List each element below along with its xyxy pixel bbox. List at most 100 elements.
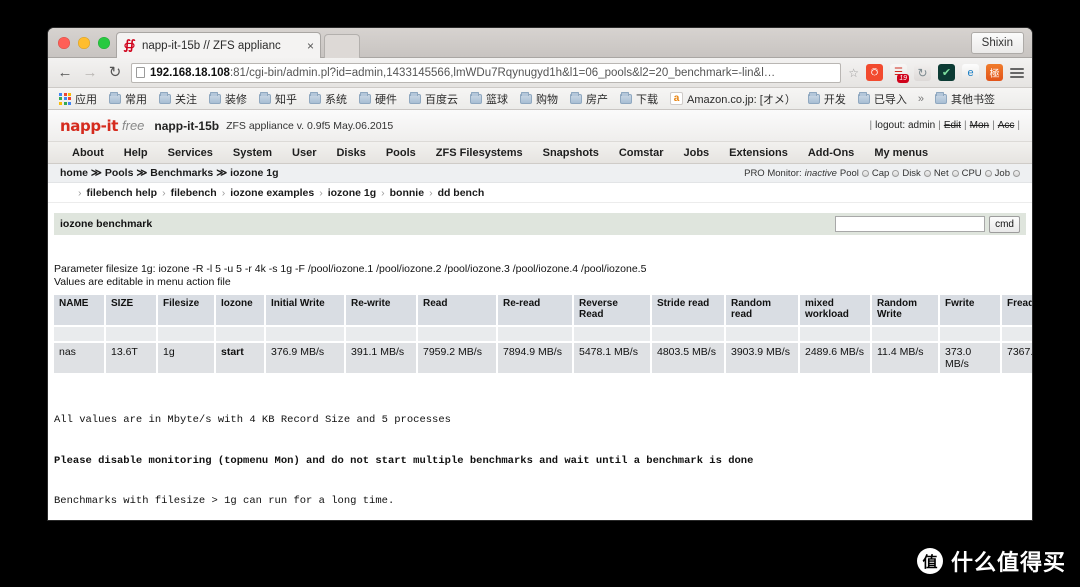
bookmark-folder-yidaoru[interactable]: 已导入: [853, 90, 912, 108]
bookmark-apps[interactable]: 应用: [54, 90, 102, 108]
bookmark-star-icon[interactable]: ☆: [848, 66, 859, 80]
menu-item-services[interactable]: Services: [158, 147, 223, 159]
close-window-button[interactable]: [58, 37, 70, 49]
bookmark-other-folder[interactable]: 其他书签: [930, 90, 1000, 108]
folder-icon: [209, 91, 221, 104]
menu-item-help[interactable]: Help: [114, 147, 158, 159]
bookmark-folder-lanqiu[interactable]: 篮球: [465, 90, 513, 108]
menu-item-disks[interactable]: Disks: [326, 147, 375, 159]
benchmark-title-bar: iozone benchmark cmd: [54, 213, 1026, 235]
subnav-item-filebench[interactable]: filebench: [171, 187, 217, 199]
address-bar[interactable]: 192.168.18.108:81/cgi-bin/admin.pl?id=ad…: [131, 62, 842, 83]
bookmark-folder-changyong[interactable]: 常用: [104, 90, 152, 108]
bookmark-label: 其他书签: [950, 93, 995, 106]
bookmark-folder-xitong[interactable]: 系统: [304, 90, 352, 108]
profile-button[interactable]: Shixin: [970, 32, 1024, 54]
cmd-input[interactable]: [835, 216, 986, 232]
bookmark-label: 知乎: [275, 93, 297, 106]
close-tab-icon[interactable]: ×: [303, 39, 314, 53]
souhu-extension-icon[interactable]: ◉: [866, 64, 883, 81]
bookmark-folder-yingjian[interactable]: 硬件: [354, 90, 402, 108]
subnav-item-dd-bench[interactable]: dd bench: [438, 187, 485, 199]
bookmark-folder-kaifa[interactable]: 开发: [803, 90, 851, 108]
alerts-extension-icon[interactable]: ☰ 19: [890, 64, 909, 83]
menu-item-extensions[interactable]: Extensions: [719, 147, 798, 159]
col-random-read: Random read: [726, 295, 798, 325]
disk-indicator-icon[interactable]: [923, 169, 931, 177]
editable-note: Values are editable in menu action file: [54, 276, 231, 288]
menu-item-about[interactable]: About: [62, 147, 114, 159]
new-tab-button[interactable]: [324, 34, 360, 58]
folder-icon: [359, 91, 371, 104]
bookmark-amazon[interactable]: a Amazon.co.jp: [オメ）: [665, 90, 801, 108]
col-stride-read: Stride read: [652, 295, 724, 325]
bookmark-folder-xiazai[interactable]: 下载: [615, 90, 663, 108]
col-mixed-workload: mixed workload: [800, 295, 870, 325]
subnav-item-iozone-examples[interactable]: iozone examples: [230, 187, 314, 199]
app-name: napp-it-15b: [154, 118, 220, 133]
menu-item-user[interactable]: User: [282, 147, 326, 159]
reload-button[interactable]: ↻: [106, 65, 124, 80]
mon-link[interactable]: Mon: [970, 120, 989, 131]
browser-tab[interactable]: ∯ napp-it-15b // ZFS applianc ×: [116, 32, 321, 58]
pro-monitor-net[interactable]: Net: [934, 168, 949, 179]
bookmark-folder-baiduyun[interactable]: 百度云: [404, 90, 463, 108]
menu-item-add-ons[interactable]: Add-Ons: [798, 147, 864, 159]
bookmark-folder-gouwu[interactable]: 购物: [515, 90, 563, 108]
sync-extension-icon[interactable]: ↻: [914, 64, 931, 81]
url-path: :81/cgi-bin/admin.pl?id=admin,1433145566…: [229, 66, 776, 79]
evernote-extension-icon[interactable]: ✔: [938, 64, 955, 81]
cap-indicator-icon[interactable]: [892, 169, 900, 177]
col-iozone: Iozone: [216, 295, 264, 325]
cell-stride-read: 4803.5 MB/s: [652, 343, 724, 373]
bookmark-label: 关注: [175, 93, 197, 106]
benchmark-notes: All values are in Mbyte/s with 4 KB Reco…: [54, 387, 1032, 520]
pro-monitor-cap[interactable]: Cap: [872, 168, 889, 179]
menu-item-comstar[interactable]: Comstar: [609, 147, 674, 159]
menu-item-system[interactable]: System: [223, 147, 282, 159]
spacer-cell: [1002, 327, 1032, 341]
subnav-item-bonnie[interactable]: bonnie: [390, 187, 424, 199]
menu-item-pools[interactable]: Pools: [376, 147, 426, 159]
menu-item-zfs-filesystems[interactable]: ZFS Filesystems: [426, 147, 533, 159]
bookmark-folder-fangchan[interactable]: 房产: [565, 90, 613, 108]
cmd-controls: cmd: [835, 215, 1020, 233]
bookmark-folder-guanzhu[interactable]: 关注: [154, 90, 202, 108]
job-indicator-icon[interactable]: [1013, 169, 1020, 177]
pro-monitor-disk[interactable]: Disk: [902, 168, 920, 179]
pool-indicator-icon[interactable]: [861, 169, 869, 177]
folder-icon: [570, 91, 582, 104]
baidu-extension-icon[interactable]: 極: [986, 64, 1003, 81]
cmd-button[interactable]: cmd: [989, 215, 1020, 233]
menu-item-my-menus[interactable]: My menus: [864, 147, 938, 159]
cpu-indicator-icon[interactable]: [984, 169, 992, 177]
subnav-sep-2: ›: [221, 186, 226, 199]
menu-item-snapshots[interactable]: Snapshots: [533, 147, 609, 159]
logout-link[interactable]: logout: admin: [875, 120, 935, 131]
col-re-read: Re-read: [498, 295, 572, 325]
pro-monitor-job[interactable]: Job: [995, 168, 1010, 179]
pro-monitor-pool[interactable]: Pool: [840, 168, 859, 179]
maximize-window-button[interactable]: [98, 37, 110, 49]
forward-button[interactable]: →: [81, 65, 99, 80]
benchmark-table: NAME SIZE Filesize Iozone Initial Write …: [52, 293, 1032, 375]
breadcrumb: home ≫ Pools ≫ Benchmarks ≫ iozone 1g PR…: [48, 164, 1032, 183]
apps-grid-icon: [59, 92, 71, 105]
pro-monitor-cpu[interactable]: CPU: [962, 168, 982, 179]
subnav-item-iozone-1g[interactable]: iozone 1g: [328, 187, 376, 199]
acc-link[interactable]: Acc: [998, 120, 1015, 131]
bookmark-folder-zhihu[interactable]: 知乎: [254, 90, 302, 108]
ie-tab-extension-icon[interactable]: e: [962, 64, 979, 81]
menu-item-jobs[interactable]: Jobs: [673, 147, 719, 159]
chrome-menu-icon[interactable]: [1010, 67, 1024, 78]
folder-icon: [409, 91, 421, 104]
start-benchmark-link[interactable]: start: [216, 343, 264, 373]
col-filesize: Filesize: [158, 295, 214, 325]
edit-link[interactable]: Edit: [944, 120, 961, 131]
bookmarks-overflow-button[interactable]: »: [914, 93, 928, 105]
minimize-window-button[interactable]: [78, 37, 90, 49]
subnav-item-filebench-help[interactable]: filebench help: [87, 187, 158, 199]
back-button[interactable]: ←: [56, 65, 74, 80]
bookmark-folder-zhuangxiu[interactable]: 装修: [204, 90, 252, 108]
net-indicator-icon[interactable]: [951, 169, 959, 177]
